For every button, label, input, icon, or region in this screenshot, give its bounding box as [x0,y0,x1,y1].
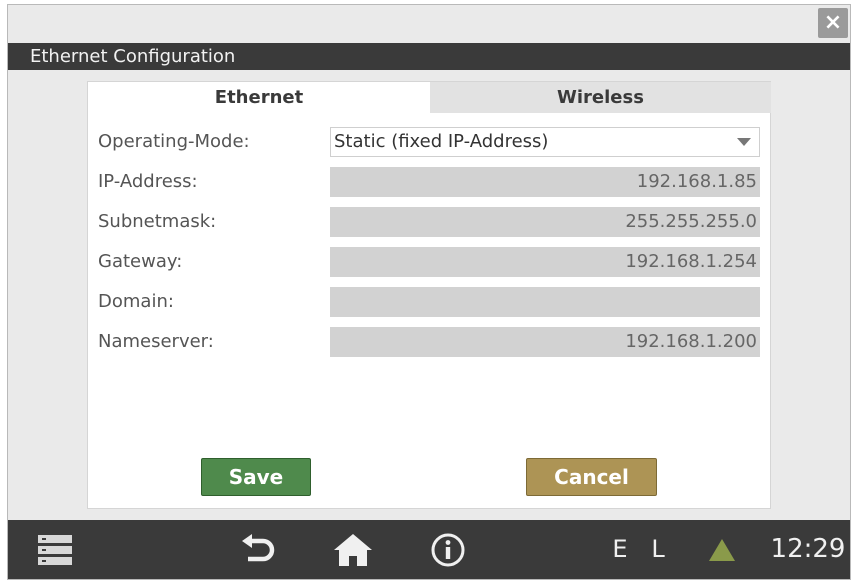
nameserver-label: Nameserver: [98,331,214,352]
taskbar: E L 12:29 [8,520,850,579]
menu-button[interactable] [36,520,74,579]
window-title: Ethernet Configuration [8,43,850,70]
close-button[interactable]: × [818,8,848,38]
ip-address-label: IP-Address: [98,171,198,192]
nameserver-row: Nameserver: 192.168.1.200 [88,327,772,357]
cancel-button[interactable]: Cancel [526,458,657,496]
status-letter-e: E [612,535,628,563]
save-button[interactable]: Save [201,458,311,496]
tab-wireless-label: Wireless [557,87,644,108]
close-icon: × [823,10,843,35]
home-icon [334,533,372,566]
domain-label: Domain: [98,291,174,312]
back-button[interactable] [238,520,280,579]
back-icon [242,533,275,561]
gateway-row: Gateway: 192.168.1.254 [88,247,772,277]
home-button[interactable] [330,520,376,579]
operating-mode-value: Static (fixed IP-Address) [334,131,549,152]
gateway-label: Gateway: [98,251,183,272]
ip-address-row: IP-Address: 192.168.1.85 [88,167,772,197]
info-button[interactable] [428,520,468,579]
subnetmask-field[interactable]: 255.255.255.0 [330,207,760,237]
subnetmask-row: Subnetmask: 255.255.255.0 [88,207,772,237]
subnetmask-label: Subnetmask: [98,211,217,232]
status-letter-l: L [651,535,665,563]
chevron-down-icon [737,138,751,146]
domain-field[interactable] [330,287,760,317]
operating-mode-row: Operating-Mode: Static (fixed IP-Address… [88,127,772,157]
domain-row: Domain: [88,287,772,317]
tab-ethernet-label: Ethernet [214,87,304,108]
warning-indicator[interactable] [705,520,739,579]
clock: 12:29 [770,534,846,564]
config-panel: Ethernet Wireless Operating-Mode: Static… [87,81,771,509]
tab-ethernet[interactable]: Ethernet [88,82,430,113]
operating-mode-select[interactable]: Static (fixed IP-Address) [330,127,760,157]
warning-icon [709,538,735,561]
nameserver-field[interactable]: 192.168.1.200 [330,327,760,357]
menu-icon [38,534,72,565]
info-icon [431,533,465,566]
gateway-field[interactable]: 192.168.1.254 [330,247,760,277]
tab-wireless[interactable]: Wireless [430,82,771,113]
operating-mode-label: Operating-Mode: [98,131,250,152]
ip-address-field[interactable]: 192.168.1.85 [330,167,760,197]
